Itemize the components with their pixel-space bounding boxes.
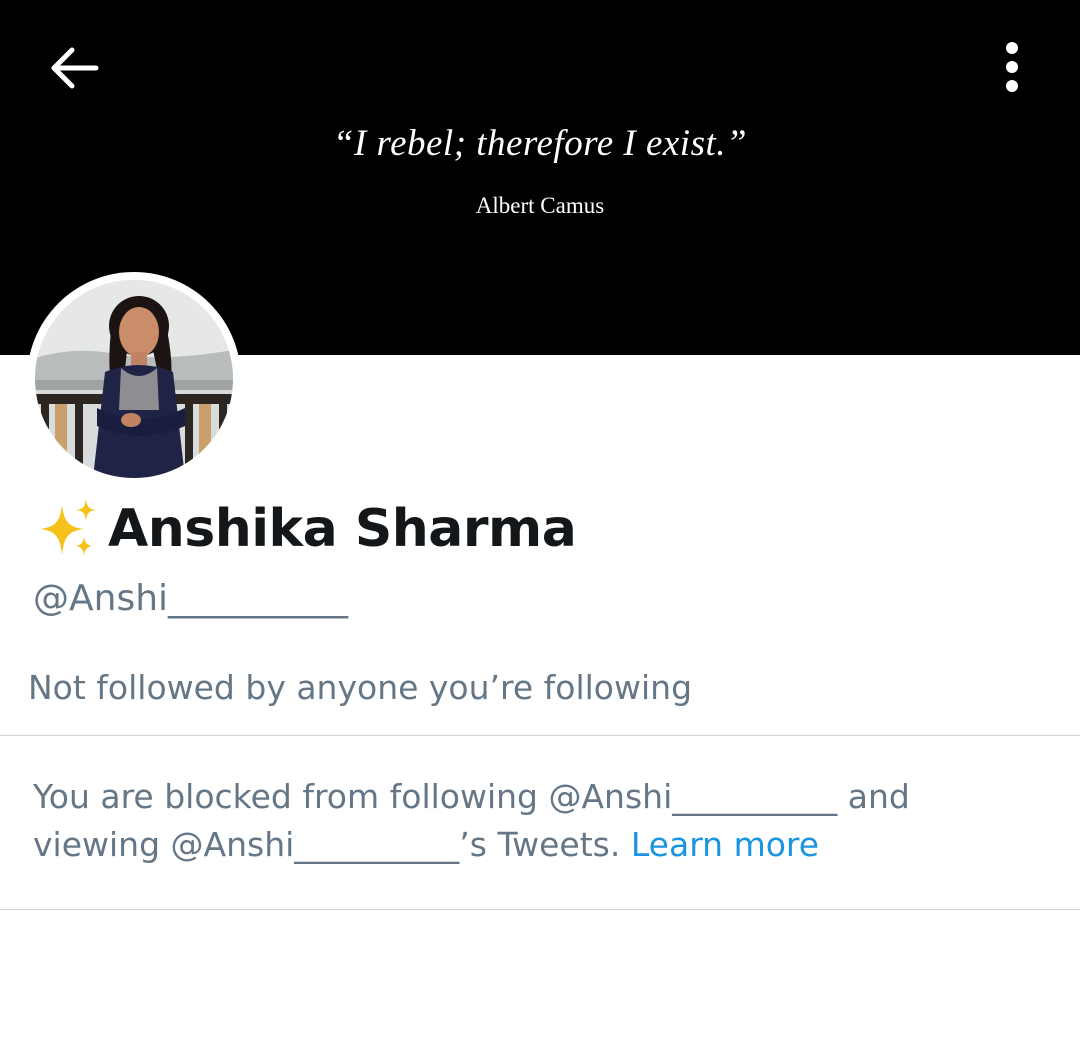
banner-quote: “I rebel; therefore I exist.” <box>332 123 748 164</box>
profile-page: “I rebel; therefore I exist.” Albert Cam… <box>0 0 1080 1060</box>
divider <box>0 909 1080 910</box>
profile-name-row: Anshika Sharma <box>36 494 577 564</box>
avatar-photo <box>35 280 233 478</box>
arrow-left-icon <box>40 36 110 100</box>
blocked-notice: You are blocked from following @Anshi___… <box>33 773 1033 869</box>
display-name: Anshika Sharma <box>108 499 577 559</box>
sparkles-icon <box>36 497 100 561</box>
profile-handle: @Anshi__________ <box>33 578 349 619</box>
avatar[interactable] <box>27 272 241 486</box>
followed-by-text: Not followed by anyone you’re following <box>28 668 693 707</box>
learn-more-link[interactable]: Learn more <box>631 825 819 864</box>
more-vertical-icon <box>985 42 1039 104</box>
more-options-button[interactable] <box>985 36 1039 100</box>
divider <box>0 735 1080 736</box>
back-button[interactable] <box>40 36 110 100</box>
banner-quote-author: Albert Camus <box>475 193 605 218</box>
